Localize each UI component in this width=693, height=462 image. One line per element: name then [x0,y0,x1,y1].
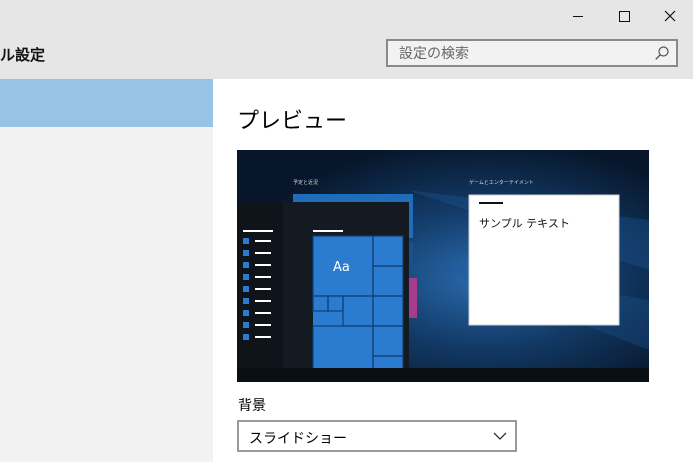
tile-sample-text: Aa [333,260,350,275]
window-sample-text: サンプル テキスト [479,217,570,230]
search-input[interactable] [397,41,651,67]
search-box[interactable] [386,39,678,67]
title-bar [0,0,693,32]
main-content: プレビュー 予定と近況 ゲームとエンターテイメント 27 [213,79,693,462]
preview-heading: プレビュー [237,109,348,134]
close-button[interactable] [647,0,693,32]
chevron-down-icon [493,432,507,440]
preview-image: 予定と近況 ゲームとエンターテイメント 27 [237,150,649,382]
minimize-icon [573,15,583,17]
background-select[interactable]: スライドショー [237,420,517,452]
search-icon[interactable] [654,45,670,61]
theme-preview: 予定と近況 ゲームとエンターテイメント 27 [237,150,649,382]
minimize-button[interactable] [555,0,601,32]
page-title: ル設定 [0,46,46,64]
close-icon [664,10,676,22]
maximize-icon [618,10,630,22]
sidebar [0,79,213,462]
games-group-label: ゲームとエンターテイメント [469,179,534,186]
maximize-button[interactable] [601,0,647,32]
background-label: 背景 [238,398,266,414]
sidebar-item-selected[interactable] [0,79,213,127]
start-group-label: 予定と近況 [293,179,318,186]
background-select-value: スライドショー [249,431,347,447]
settings-header: ル設定 [0,32,693,79]
